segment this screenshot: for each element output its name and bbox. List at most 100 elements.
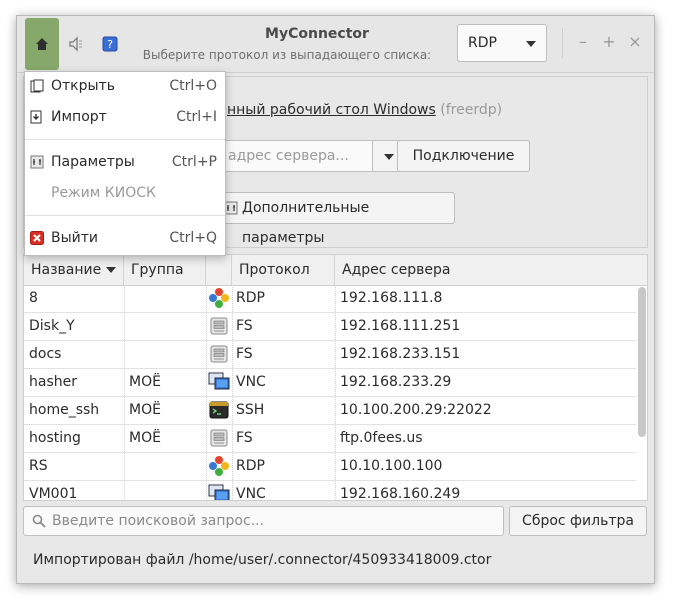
cell-address: 192.168.111.251 xyxy=(340,318,461,334)
help-button[interactable]: ? xyxy=(93,18,127,70)
column-header-address[interactable]: Адрес сервера xyxy=(335,255,647,285)
cell-name: hasher xyxy=(29,374,77,390)
server-address-input[interactable]: адрес сервера... xyxy=(217,140,372,172)
menu-item-import-label: Импорт xyxy=(51,109,107,125)
cell-group: МОЁ xyxy=(129,374,161,390)
column-header-protocol-label: Протокол xyxy=(239,262,310,278)
chevron-down-icon xyxy=(526,41,536,47)
cell-name: 8 xyxy=(29,290,38,306)
cell-address: 10.100.200.29:22022 xyxy=(340,402,492,418)
cell-protocol: RDP xyxy=(236,290,265,306)
table-row[interactable]: 8 RDP 192.168.111.8 xyxy=(24,285,636,313)
status-bar: Импортирован файл /home/user/.connector/… xyxy=(33,552,492,568)
import-icon xyxy=(30,110,42,124)
menu-item-import-shortcut: Ctrl+I xyxy=(176,109,217,125)
protocol-select-value: RDP xyxy=(468,35,497,51)
cell-protocol: FS xyxy=(236,318,253,334)
menu-item-open-label: Открыть xyxy=(51,78,115,94)
protocol-select[interactable]: RDP xyxy=(457,24,547,62)
menu-item-kiosk: Режим КИОСК xyxy=(25,179,225,209)
window-subtitle: Выберите протокол из выпадающего списка: xyxy=(142,48,432,62)
minimize-button[interactable]: – xyxy=(573,32,593,52)
menu-item-exit-shortcut: Ctrl+Q xyxy=(169,230,217,246)
cell-protocol: FS xyxy=(236,430,253,446)
help-icon: ? xyxy=(102,36,118,52)
rdp-protocol-icon xyxy=(208,455,232,479)
window-title: MyConnector xyxy=(265,26,369,42)
table-scrollbar[interactable] xyxy=(638,287,646,437)
exit-icon xyxy=(30,231,44,245)
header-bar: ? MyConnector Выберите протокол из выпад… xyxy=(17,16,654,73)
menu-item-settings-label: Параметры xyxy=(51,154,135,170)
cell-protocol: FS xyxy=(236,346,253,362)
cell-name: docs xyxy=(29,346,62,362)
cell-protocol: SSH xyxy=(236,402,265,418)
table-row[interactable]: RS RDP 10.10.100.100 xyxy=(24,453,636,481)
settings-icon xyxy=(30,155,44,169)
reset-filter-button[interactable]: Сброс фильтра xyxy=(509,506,647,536)
table-row[interactable]: hosting МОЁ FS ftp.0fees.us xyxy=(24,425,636,453)
cell-address: 10.10.100.100 xyxy=(340,458,443,474)
cell-name: home_ssh xyxy=(29,402,100,418)
fs-protocol-icon xyxy=(208,315,232,339)
cell-address: 192.168.233.151 xyxy=(340,346,461,362)
home-icon xyxy=(36,38,48,50)
app-menu: Открыть Ctrl+O Импорт Ctrl+I Параметры C… xyxy=(24,71,226,256)
search-icon xyxy=(32,514,46,528)
open-icon xyxy=(30,79,44,93)
maximize-button[interactable]: + xyxy=(599,32,619,52)
cell-address: 192.168.233.29 xyxy=(340,374,452,390)
cell-address: ftp.0fees.us xyxy=(340,430,423,446)
cell-name: Disk_Y xyxy=(29,318,75,334)
cell-protocol: RDP xyxy=(236,458,265,474)
connections-table[interactable]: Название Группа Протокол Адрес сервера 8… xyxy=(23,254,648,501)
vnc-protocol-icon xyxy=(208,483,232,500)
advanced-settings-button[interactable]: Дополнительные параметры xyxy=(217,192,455,246)
menu-button[interactable] xyxy=(25,18,59,70)
protocol-backend: (freerdp) xyxy=(440,102,503,118)
sort-arrow-icon xyxy=(106,267,117,273)
header-separator xyxy=(562,28,563,58)
chevron-down-icon xyxy=(384,154,394,160)
cell-group: МОЁ xyxy=(129,430,161,446)
table-row[interactable]: VM001 VNC 192.168.160.249 xyxy=(24,481,636,501)
column-header-icon[interactable] xyxy=(206,255,232,285)
column-header-group[interactable]: Группа xyxy=(124,255,206,285)
column-divider xyxy=(335,285,337,500)
cell-protocol: VNC xyxy=(236,374,266,390)
fs-protocol-icon xyxy=(208,427,232,451)
column-divider xyxy=(232,285,234,500)
menu-item-settings-shortcut: Ctrl+P xyxy=(171,154,217,170)
protocol-description-link[interactable]: нный рабочий стол Windows xyxy=(227,102,436,118)
cell-group: МОЁ xyxy=(129,402,161,418)
menu-item-exit[interactable]: Выйти Ctrl+Q xyxy=(25,224,225,254)
column-header-address-label: Адрес сервера xyxy=(342,262,451,278)
ssh-protocol-icon xyxy=(208,399,232,423)
cell-name: hosting xyxy=(29,430,81,446)
connect-button[interactable]: Подключение xyxy=(397,140,530,172)
menu-separator xyxy=(25,215,225,216)
column-header-name-label: Название xyxy=(31,262,102,278)
sound-button[interactable] xyxy=(59,18,93,70)
search-input[interactable]: Введите поисковой запрос... xyxy=(23,506,504,536)
column-header-name[interactable]: Название xyxy=(24,255,124,285)
menu-item-exit-label: Выйти xyxy=(51,230,99,246)
table-header: Название Группа Протокол Адрес сервера xyxy=(24,255,647,286)
cell-address: 192.168.160.249 xyxy=(340,486,461,501)
vnc-protocol-icon xyxy=(208,371,232,395)
table-row[interactable]: docs FS 192.168.233.151 xyxy=(24,341,636,369)
cell-name: VM001 xyxy=(29,486,78,501)
table-row[interactable]: hasher МОЁ VNC 192.168.233.29 xyxy=(24,369,636,397)
menu-separator xyxy=(25,139,225,140)
close-button[interactable]: × xyxy=(625,32,645,52)
table-row[interactable]: Disk_Y FS 192.168.111.251 xyxy=(24,313,636,341)
rdp-protocol-icon xyxy=(208,287,232,311)
table-row[interactable]: home_ssh МОЁ SSH 10.100.200.29:22022 xyxy=(24,397,636,425)
menu-item-open[interactable]: Открыть Ctrl+O xyxy=(25,72,225,102)
column-divider xyxy=(124,285,126,500)
protocol-description: нный рабочий стол Windows (freerdp) xyxy=(227,102,502,118)
menu-item-import[interactable]: Импорт Ctrl+I xyxy=(25,103,225,133)
column-header-protocol[interactable]: Протокол xyxy=(232,255,335,285)
speaker-icon xyxy=(69,36,82,52)
menu-item-settings[interactable]: Параметры Ctrl+P xyxy=(25,148,225,178)
